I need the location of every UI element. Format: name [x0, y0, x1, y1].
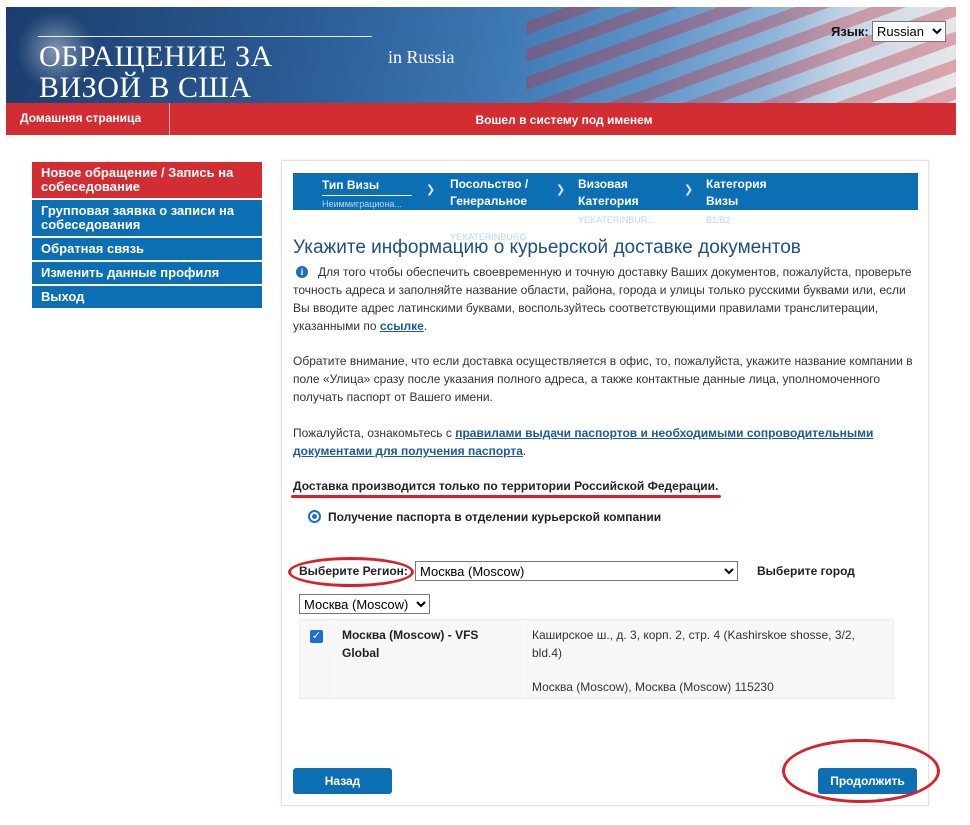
site-header: ОБРАЩЕНИЕ ЗА ВИЗОЙ В США in Russia Язык:… [6, 7, 956, 103]
sidebar-item-logout[interactable]: Выход [32, 286, 262, 310]
step-subtitle: Неиммиграциона... [322, 199, 402, 209]
office-address: Каширское ш., д. 3, корп. 2, стр. 4 (Kas… [532, 628, 855, 660]
annotation-circle [288, 557, 414, 587]
title-rule [38, 36, 372, 37]
office-city: Москва (Moscow), Москва (Moscow) 115230 [532, 680, 774, 694]
progress-steps: Тип Визы Неиммиграциона... ❯ Посольство … [293, 173, 918, 242]
sidebar: Новое обращение / Запись на собеседовани… [32, 162, 262, 310]
city-select[interactable]: Москва (Moscow) [299, 594, 430, 614]
step-title: Посольство / Генеральное Консульство [450, 176, 538, 229]
language-label: Язык: [831, 24, 869, 39]
sidebar-item-edit-profile[interactable]: Изменить данные профиля [32, 262, 262, 286]
site-title: ОБРАЩЕНИЕ ЗА ВИЗОЙ В США [39, 40, 273, 103]
passport-rules-note: Пожалуйста, ознакомьтесь с правилами выд… [293, 426, 874, 458]
step-visa-category[interactable]: Визовая Категория YEKATERINBUR... [578, 173, 688, 225]
office-delivery-note: Обратите внимание, что если доставка осу… [293, 354, 913, 404]
transliteration-link[interactable]: ссылке [380, 319, 424, 333]
step-subtitle: YEKATERINBUR... [578, 215, 655, 225]
delivery-territory-note: Доставка производится только по территор… [293, 479, 719, 493]
courier-pickup-radio[interactable] [308, 510, 321, 523]
sidebar-item-new-application[interactable]: Новое обращение / Запись на собеседовани… [32, 162, 262, 200]
country-label: in Russia [388, 47, 455, 67]
courier-pickup-label[interactable]: Получение паспорта в отделении курьерско… [328, 510, 661, 524]
main-panel: Тип Визы Неиммиграциона... ❯ Посольство … [281, 160, 940, 806]
back-button[interactable]: Назад [293, 768, 392, 794]
step-embassy[interactable]: Посольство / Генеральное Консульство YEK… [450, 173, 560, 242]
step-title: Визовая Категория [578, 176, 658, 212]
annotation-underline [291, 495, 721, 498]
city-label: Выберите город [757, 564, 855, 578]
language-select[interactable]: Russian [872, 21, 946, 42]
courier-instructions: Для того чтобы обеспечить своевременную … [293, 265, 912, 333]
step-title: Категория Визы [706, 176, 802, 212]
sidebar-item-feedback[interactable]: Обратная связь [32, 238, 262, 262]
region-select[interactable]: Москва (Moscow) [415, 561, 738, 581]
column-divider [334, 620, 335, 700]
passport-rules-text: Пожалуйста, ознакомьтесь с [293, 426, 452, 440]
nav-home-link[interactable]: Домашняя страница [6, 103, 170, 135]
page-title: Укажите информацию о курьерской доставке… [293, 237, 801, 258]
chevron-right-icon: ❯ [556, 184, 566, 196]
annotation-circle [782, 739, 940, 803]
office-name: Москва (Moscow) - VFS Global [342, 628, 479, 660]
step-title: Тип Визы [322, 177, 412, 196]
step-subtitle: B1/B2 [706, 215, 731, 225]
column-divider [524, 620, 525, 700]
chevron-right-icon: ❯ [684, 184, 694, 196]
step-visa-class[interactable]: Категория Визы B1/B2 [706, 173, 826, 225]
chevron-right-icon: ❯ [426, 184, 436, 196]
logged-in-status: Вошел в систему под именем [475, 113, 653, 127]
top-nav: Домашняя страница Вошел в систему под им… [6, 103, 956, 135]
sidebar-item-group-request[interactable]: Групповая заявка о записи на собеседован… [32, 200, 262, 238]
step-visa-type[interactable]: Тип Визы Неиммиграциона... [322, 173, 422, 210]
office-checkbox[interactable]: ✓ [310, 630, 323, 643]
office-table: ✓ Москва (Moscow) - VFS Global Каширское… [299, 619, 894, 700]
